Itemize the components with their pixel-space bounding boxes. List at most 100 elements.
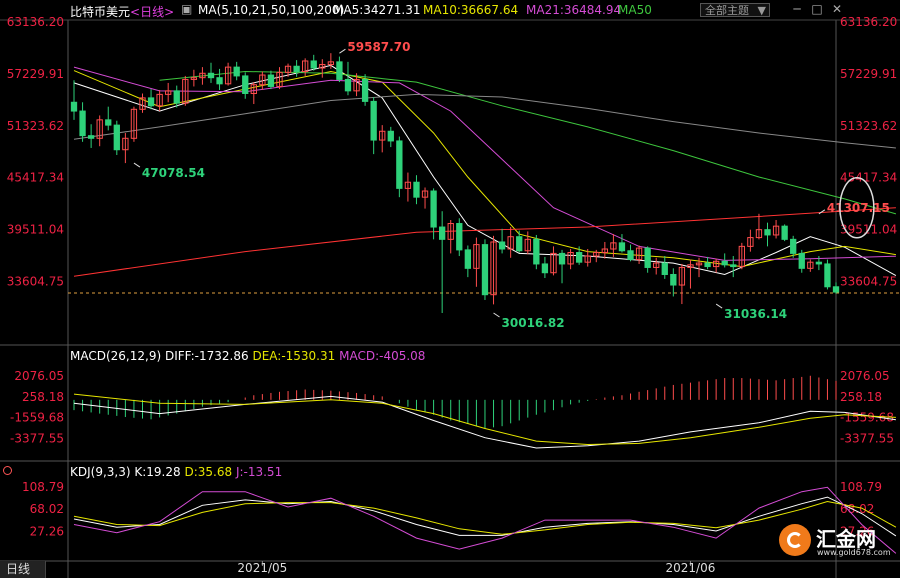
chart-canvas[interactable]: 63136.20 63136.20 57229.91 57229.91 51323.62… xyxy=(0,0,900,578)
macd-header: MACD(26,12,9) DIFF:-1732.86 DEA:-1530.31… xyxy=(70,349,425,363)
ma10-value: MA10:36667.64 xyxy=(423,3,519,17)
symbol-name: 比特币美元 xyxy=(70,5,131,19)
macd-label: MACD(26,12,9) xyxy=(70,349,162,363)
price-tick-label: 63136.20 xyxy=(7,15,64,29)
kdj-tick-label: 108.79 xyxy=(840,480,882,494)
candle-body xyxy=(439,226,446,240)
price-tick-label: 51323.62 xyxy=(840,119,897,133)
candle-body xyxy=(516,236,523,252)
candle-body xyxy=(541,263,549,274)
kdj-j-line xyxy=(73,486,897,554)
annotation-pointer xyxy=(715,303,723,309)
candle-body xyxy=(87,135,95,139)
macd-diff: DIFF:-1732.86 xyxy=(164,349,249,363)
edit-icon[interactable]: ▣ xyxy=(181,2,192,16)
candle-body xyxy=(790,238,797,254)
candle-body xyxy=(627,250,634,261)
price-annotation: 41307.15 xyxy=(827,201,890,215)
price-tick-label: 63136.20 xyxy=(840,15,897,29)
candle-body xyxy=(798,252,805,269)
candle-body xyxy=(105,119,112,126)
candle-body xyxy=(361,78,369,102)
candle-body xyxy=(730,264,737,268)
candle-body xyxy=(370,100,377,141)
x-tick-label: 2021/06 xyxy=(666,561,716,575)
candle-body xyxy=(396,140,403,189)
theme-dropdown-label: 全部主题 xyxy=(705,4,749,17)
annotation-pointer xyxy=(493,312,500,318)
macd-tick-label: 258.18 xyxy=(840,390,882,404)
macd-tick-label: 2076.05 xyxy=(840,369,890,383)
kdj-tick-label: 108.79 xyxy=(22,480,64,494)
x-tick-label: 2021/05 xyxy=(237,561,287,575)
period-label: <日线> xyxy=(130,5,175,19)
macd-tick-label: -3377.55 xyxy=(840,432,894,446)
candle-body xyxy=(344,78,352,92)
kdj-k: K:19.28 xyxy=(134,465,181,479)
candle-body xyxy=(430,190,437,228)
macd-tick-label: 258.18 xyxy=(22,390,64,404)
symbol-title: 比特币美元<日线> xyxy=(70,3,174,20)
ma5-value: MA5:34271.31 xyxy=(333,3,421,17)
price-tick-label: 57229.91 xyxy=(840,67,897,81)
kdj-tick-label: 68.02 xyxy=(30,502,64,516)
annotation-pointer xyxy=(133,162,141,168)
price-annotation: 59587.70 xyxy=(347,40,410,54)
candle-body xyxy=(781,225,788,240)
price-annotation: 30016.82 xyxy=(502,316,565,330)
candle-body xyxy=(173,90,180,104)
ma50-value: MA50 xyxy=(618,3,652,17)
candle-body xyxy=(79,110,86,137)
price-tick-label: 45417.34 xyxy=(7,171,64,185)
candle-body xyxy=(387,130,394,142)
candle-body xyxy=(310,60,317,69)
candle-body xyxy=(336,61,343,80)
theme-dropdown[interactable]: 全部主题 ▼ xyxy=(700,3,770,17)
price-tick-label: 39511.04 xyxy=(7,223,64,237)
candle-body xyxy=(293,65,300,73)
candle-body xyxy=(618,242,626,252)
candle-body xyxy=(575,252,583,263)
candle-body xyxy=(242,75,249,94)
kdj-header: KDJ(9,3,3) K:19.28 D:35.68 J:-13.51 xyxy=(70,465,282,479)
maximize-button[interactable]: □ xyxy=(810,2,824,16)
price-annotation: 31036.14 xyxy=(724,307,787,321)
candle-body xyxy=(832,286,840,293)
ma-line-ma100 xyxy=(73,93,896,149)
price-annotation: 47078.54 xyxy=(142,166,205,180)
close-button[interactable]: ✕ xyxy=(830,2,844,16)
candle-body xyxy=(498,241,506,250)
candle-body xyxy=(661,262,668,275)
macd-value: MACD:-405.08 xyxy=(339,349,426,363)
price-tick-label: 51323.62 xyxy=(7,119,64,133)
price-tick-label: 33604.75 xyxy=(7,274,64,288)
kdj-d: D:35.68 xyxy=(184,465,233,479)
logo-url: www.gold678.com xyxy=(817,548,891,557)
candle-body xyxy=(207,72,215,79)
candle-body xyxy=(147,97,155,107)
candle-body xyxy=(233,66,240,77)
candle-body xyxy=(704,262,711,268)
candle-body xyxy=(815,261,823,265)
kdj-d-line xyxy=(73,500,897,535)
candle-body xyxy=(533,238,540,265)
candle-body xyxy=(70,101,78,112)
macd-dea: DEA:-1530.31 xyxy=(252,349,336,363)
candle-body xyxy=(481,244,489,296)
minimize-button[interactable]: ─ xyxy=(790,2,804,16)
candle-body xyxy=(413,181,420,198)
period-tab[interactable]: 日线 xyxy=(0,561,46,578)
macd-tick-label: -3377.55 xyxy=(10,432,64,446)
candle-body xyxy=(464,249,472,269)
price-tick-label: 57229.91 xyxy=(7,67,64,81)
macd-tick-label: -1559.68 xyxy=(10,411,64,425)
candle-body xyxy=(824,263,831,288)
brand-logo: 汇金网 www.gold678.com xyxy=(779,521,891,561)
candle-body xyxy=(644,247,651,268)
kdj-tick-label: 27.26 xyxy=(30,524,64,538)
price-tick-label: 33604.75 xyxy=(840,274,897,288)
kdj-settings-icon[interactable] xyxy=(3,466,12,475)
kdj-j: J:-13.51 xyxy=(235,465,283,479)
candle-body xyxy=(216,77,223,85)
candle-body xyxy=(456,223,463,251)
